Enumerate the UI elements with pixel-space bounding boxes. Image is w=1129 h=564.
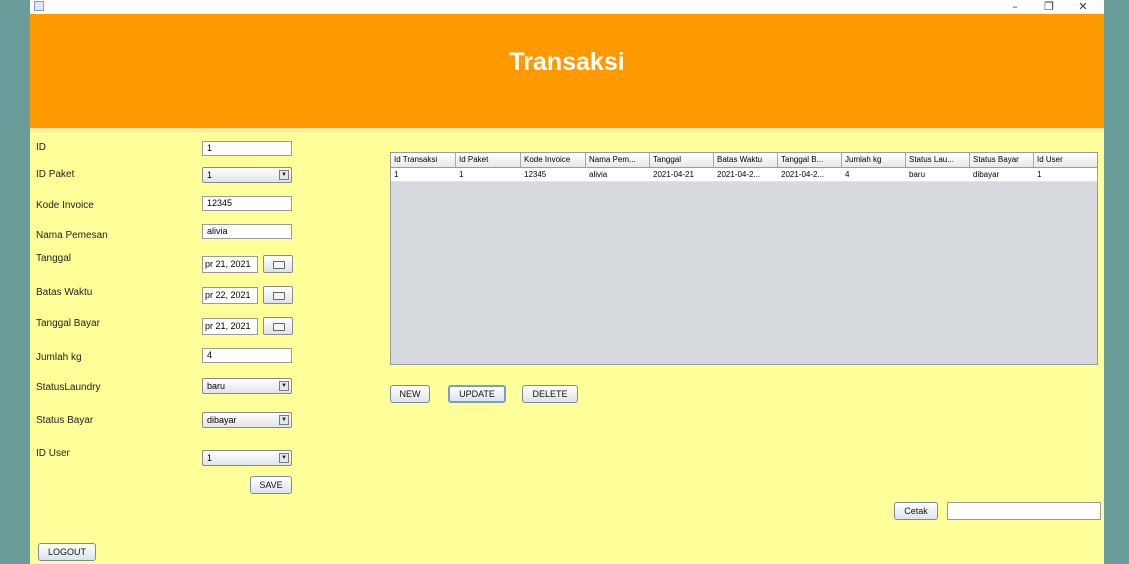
- id-user-label: ID User: [36, 448, 70, 459]
- update-button[interactable]: UPDATE: [448, 385, 506, 403]
- new-button[interactable]: NEW: [390, 385, 430, 403]
- table-cell: dibayar: [973, 170, 1000, 179]
- delete-button[interactable]: DELETE: [522, 385, 578, 403]
- status-bayar-label: Status Bayar: [36, 415, 94, 426]
- table-header-cell[interactable]: Id Transaksi: [391, 153, 456, 167]
- jumlah-kg-field[interactable]: 4: [202, 348, 292, 363]
- nama-pemesan-label: Nama Pemesan: [36, 230, 108, 241]
- tanggal-bayar-date-field[interactable]: pr 21, 2021: [202, 318, 258, 335]
- cetak-button[interactable]: Cetak: [894, 502, 938, 520]
- save-button[interactable]: SAVE: [250, 476, 292, 494]
- table-header-cell[interactable]: Id User: [1034, 153, 1097, 167]
- tanggal-label: Tanggal: [36, 253, 72, 264]
- close-button[interactable]: ✕: [1072, 0, 1094, 14]
- table-cell: 1: [394, 170, 399, 179]
- batas-waktu-label: Batas Waktu: [36, 287, 93, 298]
- logout-button[interactable]: LOGOUT: [38, 543, 96, 561]
- restore-button[interactable]: ❐: [1038, 0, 1060, 14]
- window-titlebar: – ❐ ✕: [30, 0, 1104, 14]
- tanggal-calendar-button[interactable]: [263, 255, 293, 273]
- table-cell: baru: [909, 170, 926, 179]
- dropdown-arrow-icon: ▼: [279, 415, 289, 425]
- table-header-cell[interactable]: Status Bayar: [970, 153, 1034, 167]
- calendar-icon: [273, 323, 285, 331]
- jumlah-kg-label: Jumlah kg: [36, 352, 82, 363]
- table-header-cell[interactable]: Tanggal: [650, 153, 714, 167]
- table-header-cell[interactable]: Tanggal B...: [778, 153, 842, 167]
- id-label: ID: [36, 142, 46, 153]
- cetak-field[interactable]: [947, 502, 1101, 520]
- batas-waktu-calendar-button[interactable]: [263, 286, 293, 304]
- calendar-icon: [273, 261, 285, 269]
- id-paket-select[interactable]: 1 ▼: [202, 167, 292, 183]
- minimize-button[interactable]: –: [1004, 0, 1026, 14]
- tanggal-date-field[interactable]: pr 21, 2021: [202, 256, 258, 273]
- status-bayar-value: dibayar: [207, 415, 237, 425]
- table-cell: 1: [1037, 170, 1042, 179]
- status-laundry-value: baru: [207, 381, 226, 391]
- transaksi-table: Id Transaksi Id Paket Kode Invoice Nama …: [390, 152, 1098, 365]
- table-cell: 12345: [524, 170, 547, 179]
- id-user-select[interactable]: 1 ▼: [202, 450, 292, 466]
- dropdown-arrow-icon: ▼: [279, 381, 289, 391]
- dropdown-arrow-icon: ▼: [279, 170, 289, 180]
- table-cell: 2021-04-2...: [781, 170, 825, 179]
- main-content: ID 1 ID Paket 1 ▼ Kode Invoice 12345 Nam…: [30, 132, 1104, 564]
- tanggal-bayar-calendar-button[interactable]: [263, 317, 293, 335]
- table-header-cell[interactable]: Id Paket: [456, 153, 521, 167]
- table-cell: 1: [459, 170, 464, 179]
- kode-invoice-label: Kode Invoice: [36, 200, 94, 211]
- table-row[interactable]: 1 1 12345 alivia 2021-04-21 2021-04-2...…: [391, 168, 1097, 182]
- page-title: Transaksi: [509, 48, 625, 76]
- table-header-cell[interactable]: Nama Pem...: [586, 153, 650, 167]
- table-cell: alivia: [589, 170, 608, 179]
- status-laundry-label: StatusLaundry: [36, 382, 101, 393]
- table-cell: 2021-04-2...: [717, 170, 761, 179]
- nama-pemesan-field[interactable]: alivia: [202, 224, 292, 239]
- status-laundry-select[interactable]: baru ▼: [202, 378, 292, 394]
- table-header-cell[interactable]: Batas Waktu: [714, 153, 778, 167]
- id-paket-value: 1: [207, 170, 213, 180]
- id-paket-label: ID Paket: [36, 169, 75, 180]
- status-bayar-select[interactable]: dibayar ▼: [202, 412, 292, 428]
- table-header-cell[interactable]: Jumlah kg: [842, 153, 906, 167]
- calendar-icon: [273, 292, 285, 300]
- page-header: Transaksi: [30, 14, 1104, 128]
- id-user-value: 1: [207, 453, 213, 463]
- table-header: Id Transaksi Id Paket Kode Invoice Nama …: [391, 153, 1097, 168]
- id-field[interactable]: 1: [202, 141, 292, 156]
- tanggal-bayar-label: Tanggal Bayar: [36, 318, 100, 329]
- table-header-cell[interactable]: Status Lau...: [906, 153, 970, 167]
- table-cell: 4: [845, 170, 850, 179]
- table-header-cell[interactable]: Kode Invoice: [521, 153, 586, 167]
- dropdown-arrow-icon: ▼: [279, 453, 289, 463]
- java-app-icon: [34, 1, 44, 11]
- kode-invoice-field[interactable]: 12345: [202, 196, 292, 211]
- table-cell: 2021-04-21: [653, 170, 694, 179]
- batas-waktu-date-field[interactable]: pr 22, 2021: [202, 287, 258, 304]
